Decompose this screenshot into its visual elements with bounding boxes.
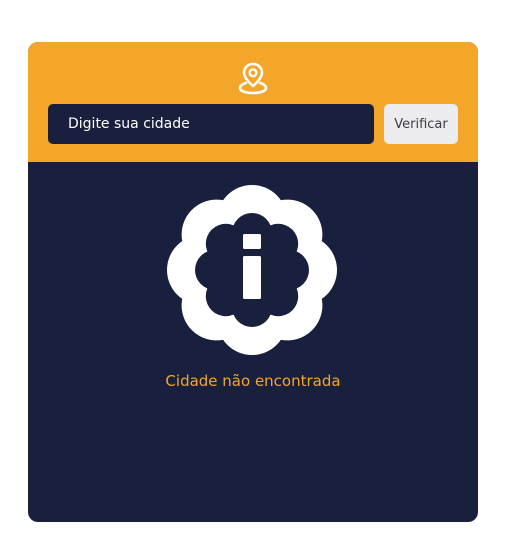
city-search-input[interactable] — [48, 104, 374, 144]
verify-button[interactable]: Verificar — [384, 104, 458, 144]
search-header: Verificar — [28, 42, 478, 162]
weather-card: Verificar Cidade não encontrada — [28, 42, 478, 522]
map-pin-icon — [238, 62, 268, 95]
city-not-found-message: Cidade não encontrada — [165, 372, 341, 390]
info-badge-icon — [167, 185, 337, 355]
